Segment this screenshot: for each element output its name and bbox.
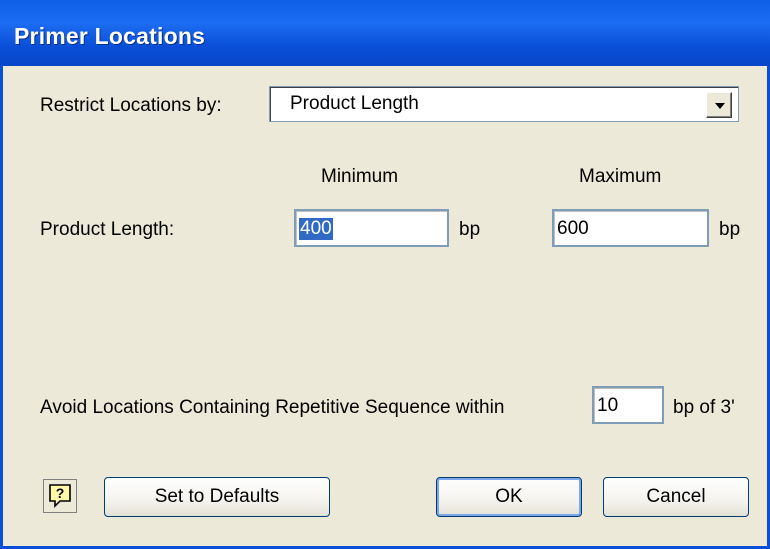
max-unit-label: bp — [719, 219, 741, 240]
avoid-repetitive-label: Avoid Locations Containing Repetitive Se… — [40, 397, 505, 418]
max-length-value: 600 — [557, 218, 589, 239]
max-length-input[interactable]: 600 — [552, 209, 709, 247]
maximum-header: Maximum — [579, 166, 662, 187]
set-to-defaults-button[interactable]: Set to Defaults — [104, 477, 330, 517]
restrict-label: Restrict Locations by: — [40, 95, 222, 116]
min-length-input[interactable]: 400 — [294, 209, 449, 247]
min-unit-label: bp — [459, 219, 481, 240]
repetitive-window-value: 10 — [597, 395, 619, 416]
restrict-locations-select[interactable]: Product Length — [269, 86, 739, 122]
repetitive-window-input[interactable]: 10 — [592, 386, 664, 424]
svg-text:?: ? — [56, 485, 65, 501]
chevron-down-icon — [715, 103, 725, 109]
help-question-icon: ? — [49, 484, 71, 508]
minimum-header: Minimum — [321, 166, 399, 187]
primer-locations-dialog: Primer Locations Restrict Locations by: … — [0, 0, 770, 549]
window-title: Primer Locations — [14, 23, 206, 49]
help-button[interactable]: ? — [43, 479, 77, 513]
cancel-button[interactable]: Cancel — [603, 477, 749, 517]
restrict-select-value: Product Length — [290, 93, 419, 114]
repetitive-suffix-label: bp of 3' — [673, 397, 735, 418]
product-length-label: Product Length: — [40, 219, 175, 240]
title-bar[interactable]: Primer Locations — [0, 0, 770, 66]
ok-button[interactable]: OK — [436, 477, 582, 517]
min-length-value: 400 — [299, 218, 333, 240]
dropdown-button[interactable] — [706, 92, 732, 118]
